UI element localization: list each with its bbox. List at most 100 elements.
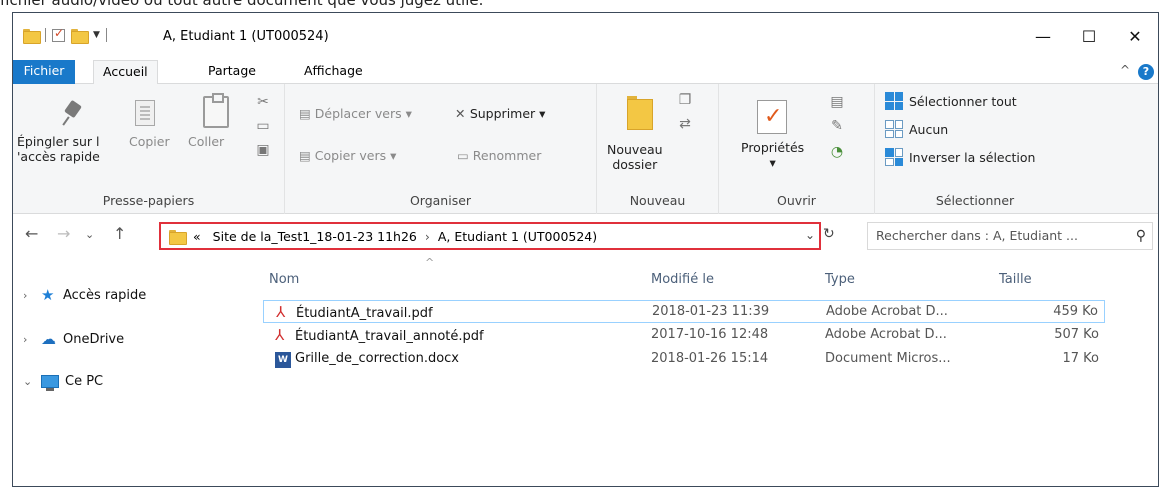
refresh-icon[interactable]: ↻ — [823, 226, 835, 242]
easy-access-icon[interactable]: ⇄ — [677, 116, 693, 132]
expand-icon[interactable]: ⌄ — [23, 375, 41, 388]
nav-item-label: Ce PC — [65, 373, 104, 389]
new-group: ❐ ⇄ Nouveau dossier Nouveau — [597, 84, 719, 214]
window-title: A, Etudiant 1 (UT000524) — [163, 29, 329, 44]
rename-label: Renommer — [472, 148, 542, 163]
copy-to-button[interactable]: ▤ Copier vers ▾ — [299, 148, 396, 163]
file-size: 507 Ko — [1054, 327, 1099, 342]
organize-group: ▤ Déplacer vers ▾ ✕ Supprimer ▾ ▤ Copier… — [285, 84, 597, 214]
table-row[interactable]: ⅄ ÉtudiantA_travail_annoté.pdf 2017-10-16… — [263, 324, 1105, 347]
star-icon: ★ — [41, 286, 55, 304]
breadcrumb-item[interactable]: A, Etudiant 1 (UT000524) — [438, 229, 597, 244]
file-type: Adobe Acrobat D... — [825, 327, 947, 342]
open-icon[interactable]: ▤ — [829, 94, 845, 110]
back-arrow-icon[interactable]: ← — [25, 224, 38, 243]
properties-check-icon[interactable] — [52, 26, 65, 42]
delete-button[interactable]: ✕ Supprimer ▾ — [455, 106, 545, 121]
file-modified: 2018-01-23 11:39 — [652, 304, 770, 319]
file-name: ⅄ ÉtudiantA_travail.pdf — [276, 304, 433, 321]
properties-label: Propriétés — [741, 140, 805, 155]
properties-button[interactable]: Propriétés ▾ — [741, 140, 804, 170]
search-placeholder: Rechercher dans : A, Etudiant ... — [876, 228, 1078, 243]
column-header-size[interactable]: Taille — [999, 272, 1032, 287]
nav-item-quick-access[interactable]: › ★ Accès rapide — [23, 284, 146, 306]
delete-label: Supprimer — [469, 106, 536, 121]
pin-quick-access-button[interactable]: Épingler sur l 'accès rapide — [17, 134, 100, 164]
edit-icon[interactable]: ✎ — [829, 118, 845, 134]
file-size: 459 Ko — [1053, 304, 1098, 319]
copy-icon — [135, 100, 155, 126]
new-group-label: Nouveau — [629, 193, 686, 208]
maximize-button[interactable]: ☐ — [1066, 21, 1112, 51]
folder-icon[interactable] — [23, 28, 41, 44]
table-row[interactable]: W Grille_de_correction.docx 2018-01-26 15… — [263, 348, 1105, 371]
file-name-text: ÉtudiantA_travail_annoté.pdf — [295, 329, 484, 344]
pdf-icon: ⅄ — [275, 326, 285, 344]
word-icon: W — [275, 352, 291, 368]
paste-button[interactable]: Coller — [188, 134, 224, 149]
file-list: ^ Nom Modifié le Type Taille ⅄ ÉtudiantA_… — [259, 256, 1158, 486]
copy-path-icon[interactable]: ▭ — [255, 118, 271, 134]
recent-locations-icon[interactable]: ⌄ — [85, 228, 94, 241]
tab-home[interactable]: Accueil — [93, 60, 158, 85]
paste-shortcut-icon[interactable]: ▣ — [255, 142, 271, 158]
paste-icon — [203, 93, 229, 128]
file-type: Adobe Acrobat D... — [826, 304, 948, 319]
search-box[interactable]: Rechercher dans : A, Etudiant ... ⚲ — [867, 222, 1153, 250]
breadcrumb-item[interactable]: Site de la_Test1_18-01-23 11h26 — [213, 229, 417, 244]
breadcrumb-separator[interactable]: › — [425, 229, 430, 244]
column-header-modified[interactable]: Modifié le — [651, 272, 714, 287]
move-to-icon: ▤ — [299, 106, 315, 121]
file-modified: 2018-01-26 15:14 — [651, 351, 769, 366]
file-name: W Grille_de_correction.docx — [275, 351, 459, 368]
computer-icon — [41, 374, 59, 391]
address-dropdown-icon[interactable]: ⌄ — [805, 228, 815, 242]
minimize-button[interactable]: — — [1020, 21, 1066, 51]
select-all-label: Sélectionner tout — [909, 94, 1017, 109]
invert-selection-button[interactable]: Inverser la sélection — [885, 148, 1035, 166]
close-button[interactable]: ✕ — [1112, 21, 1158, 51]
nav-item-this-pc[interactable]: ⌄ Ce PC — [23, 370, 103, 392]
delete-icon: ✕ — [455, 106, 470, 121]
collapse-ribbon-icon[interactable]: ^ — [1120, 63, 1130, 77]
tab-view[interactable]: Affichage — [295, 60, 372, 84]
select-all-button[interactable]: Sélectionner tout — [885, 92, 1017, 110]
window-controls: — ☐ ✕ — [1020, 13, 1158, 51]
address-bar[interactable]: « Site de la_Test1_18-01-23 11h26 › A, E… — [159, 222, 821, 250]
forward-arrow-icon[interactable]: → — [57, 224, 70, 243]
file-name-text: ÉtudiantA_travail.pdf — [296, 306, 433, 321]
divider — [45, 28, 46, 42]
expand-icon[interactable]: › — [23, 289, 41, 302]
tab-file[interactable]: Fichier — [13, 60, 75, 84]
dropdown-icon: ▾ — [535, 106, 546, 121]
tab-share[interactable]: Partage — [199, 60, 265, 84]
new-folder-button[interactable]: Nouveau dossier — [607, 142, 663, 172]
customize-toolbar-dropdown-icon[interactable]: ▼ — [93, 30, 100, 40]
up-arrow-icon[interactable]: ↑ — [113, 224, 126, 243]
new-folder-label-2: dossier — [612, 157, 658, 172]
search-icon[interactable]: ⚲ — [1136, 223, 1146, 249]
move-to-label: Déplacer vers — [314, 106, 402, 121]
navigation-pane: › ★ Accès rapide › ☁ OneDrive ⌄ Ce PC — [13, 256, 243, 486]
breadcrumb-overflow[interactable]: « — [193, 229, 201, 244]
table-row[interactable]: ⅄ ÉtudiantA_travail.pdf 2018-01-23 11:39 … — [263, 300, 1105, 323]
new-item-icon[interactable]: ❐ — [677, 92, 693, 108]
nav-item-onedrive[interactable]: › ☁ OneDrive — [23, 328, 124, 350]
explorer-window: ▼ A, Etudiant 1 (UT000524) — ☐ ✕ Fichier… — [12, 12, 1159, 487]
new-folder-icon[interactable] — [71, 28, 89, 44]
properties-icon — [757, 100, 787, 134]
expand-icon[interactable]: › — [23, 333, 41, 346]
sort-ascending-icon: ^ — [425, 256, 435, 269]
move-to-button[interactable]: ▤ Déplacer vers ▾ — [299, 106, 412, 121]
cut-icon[interactable]: ✂ — [255, 94, 271, 110]
history-icon[interactable]: ◔ — [829, 144, 845, 160]
column-header-name[interactable]: Nom — [269, 272, 299, 287]
help-icon[interactable]: ? — [1138, 64, 1154, 80]
column-header-type[interactable]: Type — [825, 272, 855, 287]
select-none-button[interactable]: Aucun — [885, 120, 948, 138]
copy-button[interactable]: Copier — [129, 134, 170, 149]
rename-button[interactable]: ▭ Renommer — [457, 148, 541, 163]
file-type: Document Micros... — [825, 351, 951, 366]
file-modified: 2017-10-16 12:48 — [651, 327, 769, 342]
pdf-icon: ⅄ — [276, 303, 286, 321]
